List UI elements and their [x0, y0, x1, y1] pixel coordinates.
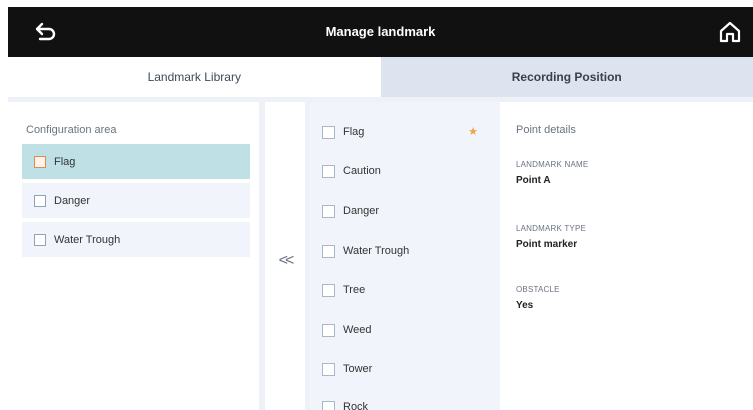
library-item-label: Rock: [343, 401, 369, 410]
library-item-caution[interactable]: Caution: [322, 161, 492, 181]
library-item-rock[interactable]: Rock: [322, 397, 492, 410]
landmark-library-list: Flag ★ Caution Danger Water Trough Tree …: [310, 102, 500, 410]
configuration-list: Flag Danger Water Trough: [22, 144, 250, 261]
tab-recording-position[interactable]: Recording Position: [380, 57, 753, 97]
library-checkbox[interactable]: [322, 244, 335, 258]
library-item-label: Water Trough: [343, 245, 410, 257]
library-item-label: Tower: [343, 363, 373, 375]
landmark-type-label: LANDMARK TYPE: [516, 224, 587, 233]
library-item-label: Danger: [343, 205, 380, 217]
library-item-label: Tree: [343, 284, 366, 296]
point-details-heading: Point details: [516, 124, 576, 136]
library-checkbox[interactable]: [322, 164, 335, 178]
config-item-label: Danger: [54, 194, 91, 207]
library-checkbox[interactable]: [322, 323, 335, 337]
library-checkbox[interactable]: [322, 283, 335, 297]
library-item-danger[interactable]: Danger: [322, 201, 492, 221]
config-checkbox[interactable]: [34, 233, 46, 246]
star-icon[interactable]: ★: [468, 125, 478, 138]
transfer-column: <<: [265, 102, 305, 410]
tab-bar: Landmark Library Recording Position: [8, 57, 753, 97]
library-checkbox[interactable]: [322, 125, 335, 139]
obstacle-value: Yes: [516, 300, 534, 311]
library-item-label: Flag: [343, 126, 365, 138]
config-checkbox[interactable]: [34, 155, 46, 168]
config-item-flag[interactable]: Flag: [22, 144, 250, 179]
config-checkbox[interactable]: [34, 194, 46, 207]
library-item-label: Caution: [343, 165, 381, 177]
library-item-tower[interactable]: Tower: [322, 359, 492, 379]
home-icon[interactable]: [717, 19, 743, 45]
library-item-tree[interactable]: Tree: [322, 280, 492, 300]
library-checkbox[interactable]: [322, 400, 335, 410]
top-bar: Manage landmark: [8, 7, 753, 57]
config-item-danger[interactable]: Danger: [22, 183, 250, 218]
app-frame: Manage landmark Landmark Library Recordi…: [8, 7, 753, 410]
library-checkbox[interactable]: [322, 362, 335, 376]
library-checkbox[interactable]: [322, 204, 335, 218]
point-details-panel: Point details LANDMARK NAME Point A LAND…: [500, 102, 753, 410]
landmark-name-value: Point A: [516, 175, 551, 186]
tab-landmark-library[interactable]: Landmark Library: [8, 57, 381, 97]
config-item-water-trough[interactable]: Water Trough: [22, 222, 250, 257]
config-item-label: Flag: [54, 155, 76, 168]
landmark-name-label: LANDMARK NAME: [516, 160, 589, 169]
library-item-weed[interactable]: Weed: [322, 320, 492, 340]
move-left-button[interactable]: <<: [265, 252, 305, 270]
obstacle-label: OBSTACLE: [516, 285, 560, 294]
configuration-area-heading: Configuration area: [26, 124, 117, 136]
library-item-water-trough[interactable]: Water Trough: [322, 241, 492, 261]
page-title: Manage landmark: [325, 24, 436, 39]
configuration-area-panel: Configuration area Flag Danger Water Tro…: [8, 102, 259, 410]
config-item-label: Water Trough: [54, 233, 121, 246]
library-item-label: Weed: [343, 324, 372, 336]
landmark-type-value: Point marker: [516, 239, 578, 250]
library-item-flag[interactable]: Flag ★: [322, 122, 492, 142]
